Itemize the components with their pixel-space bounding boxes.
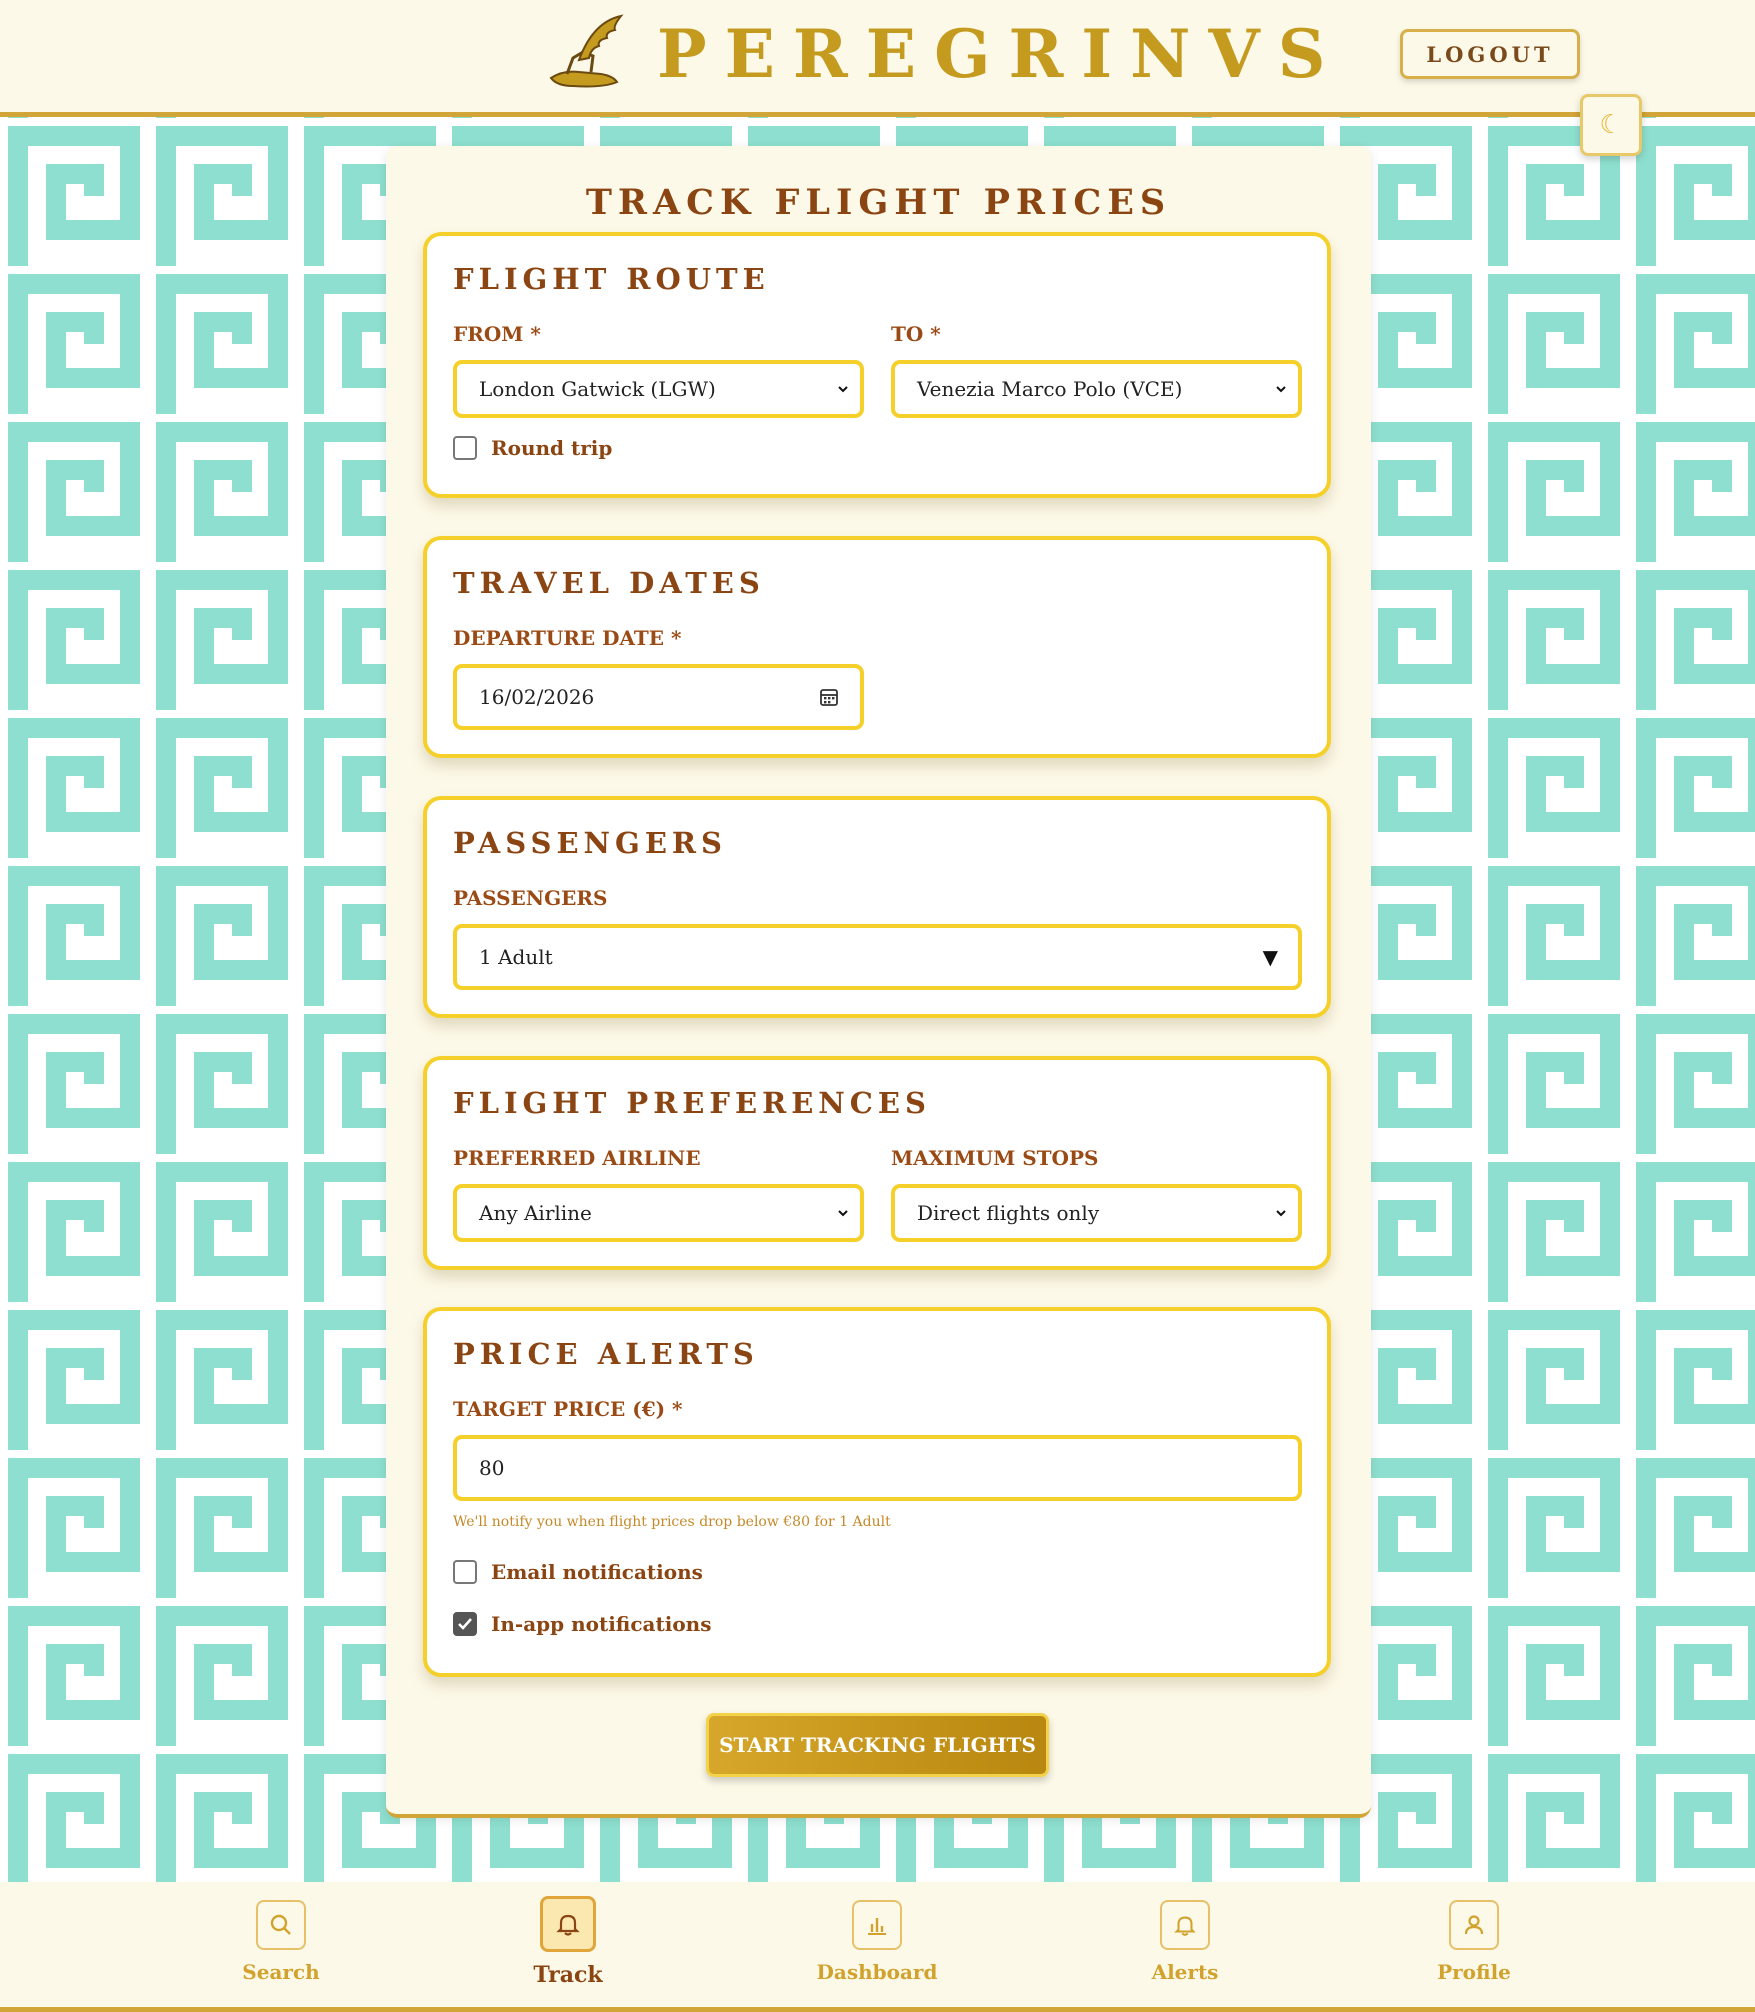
calendar-icon[interactable]	[818, 686, 840, 708]
triangle-down-icon: ▼	[1262, 945, 1278, 969]
passengers-value: 1 Adult	[479, 945, 553, 969]
to-label: TO *	[891, 322, 941, 346]
logout-button[interactable]: LOGOUT	[1400, 29, 1580, 79]
winged-sandal-icon	[549, 14, 624, 88]
search-icon	[256, 1900, 306, 1950]
brand-logo[interactable]: PEREGRINVS	[543, 12, 1343, 96]
email-notifications-option[interactable]: Email notifications	[453, 1560, 703, 1584]
maximum-stops-label: MAXIMUM STOPS	[891, 1146, 1099, 1170]
maximum-stops-select[interactable]: Direct flights only	[891, 1184, 1302, 1242]
departure-date-input[interactable]: 16/02/2026	[453, 664, 864, 730]
nav-label: Dashboard	[816, 1960, 938, 1984]
nav-label: Search	[242, 1960, 320, 1984]
preferred-airline-select[interactable]: Any Airline	[453, 1184, 864, 1242]
nav-item-dashboard[interactable]: Dashboard	[807, 1900, 947, 1984]
nav-label: Track	[533, 1962, 603, 1988]
passengers-card: PASSENGERS PASSENGERS 1 Adult ▼	[423, 796, 1331, 1018]
user-icon	[1449, 1900, 1499, 1950]
chevron-down-icon	[1276, 1210, 1286, 1217]
preferred-airline-label: PREFERRED AIRLINE	[453, 1146, 701, 1170]
maximum-stops-value: Direct flights only	[917, 1201, 1100, 1225]
email-notifications-label: Email notifications	[491, 1560, 703, 1584]
bell-icon	[540, 1896, 596, 1952]
preferred-airline-value: Any Airline	[479, 1201, 592, 1225]
departure-date-label: DEPARTURE DATE *	[453, 626, 682, 650]
round-trip-option[interactable]: Round trip	[453, 436, 612, 460]
nav-item-profile[interactable]: Profile	[1404, 1900, 1544, 1984]
target-price-label: TARGET PRICE (€) *	[453, 1397, 683, 1421]
from-label: FROM *	[453, 322, 541, 346]
app-header: PEREGRINVS LOGOUT	[0, 0, 1755, 117]
chevron-down-icon	[1276, 386, 1286, 393]
page-title: TRACK FLIGHT PRICES	[585, 182, 1172, 223]
nav-item-search[interactable]: Search	[211, 1900, 351, 1984]
from-value: London Gatwick (LGW)	[479, 377, 716, 401]
start-tracking-button[interactable]: START TRACKING FLIGHTS	[706, 1713, 1049, 1777]
passengers-select[interactable]: 1 Adult ▼	[453, 924, 1302, 990]
section-title: FLIGHT PREFERENCES	[453, 1086, 931, 1120]
target-price-value: 80	[479, 1456, 505, 1480]
from-select[interactable]: London Gatwick (LGW)	[453, 360, 864, 418]
moon-icon: ☾	[1599, 110, 1623, 140]
section-title: PASSENGERS	[453, 826, 727, 860]
target-price-input[interactable]: 80	[453, 1435, 1302, 1501]
round-trip-label: Round trip	[491, 436, 613, 460]
bottom-nav: Search Track Dashboard Alerts Profile	[0, 1882, 1755, 2012]
in-app-notifications-option[interactable]: In-app notifications	[453, 1612, 711, 1636]
target-price-hint: We'll notify you when flight prices drop…	[453, 1514, 891, 1530]
in-app-notifications-checkbox[interactable]	[453, 1612, 477, 1636]
price-alerts-card: PRICE ALERTS TARGET PRICE (€) * 80 We'll…	[423, 1307, 1331, 1677]
nav-item-track[interactable]: Track	[498, 1896, 638, 1988]
brand-name: PEREGRINVS	[657, 15, 1344, 93]
to-value: Venezia Marco Polo (VCE)	[917, 377, 1183, 401]
nav-label: Alerts	[1151, 1960, 1219, 1984]
round-trip-checkbox[interactable]	[453, 436, 477, 460]
chevron-down-icon	[838, 386, 848, 393]
track-form-panel: TRACK FLIGHT PRICES FLIGHT ROUTE FROM * …	[386, 146, 1371, 1818]
checkmark-icon	[458, 1618, 472, 1630]
section-title: FLIGHT ROUTE	[453, 262, 770, 296]
theme-toggle-button[interactable]: ☾	[1580, 94, 1642, 156]
bell-icon	[1160, 1900, 1210, 1950]
departure-date-value: 16/02/2026	[479, 685, 595, 709]
flight-preferences-card: FLIGHT PREFERENCES PREFERRED AIRLINE Any…	[423, 1056, 1331, 1270]
chevron-down-icon	[838, 1210, 848, 1217]
email-notifications-checkbox[interactable]	[453, 1560, 477, 1584]
chart-icon	[852, 1900, 902, 1950]
nav-item-alerts[interactable]: Alerts	[1115, 1900, 1255, 1984]
in-app-notifications-label: In-app notifications	[491, 1612, 712, 1636]
passengers-label: PASSENGERS	[453, 886, 608, 910]
flight-route-card: FLIGHT ROUTE FROM * London Gatwick (LGW)…	[423, 232, 1331, 498]
travel-dates-card: TRAVEL DATES DEPARTURE DATE * 16/02/2026	[423, 536, 1331, 758]
section-title: PRICE ALERTS	[453, 1337, 759, 1371]
nav-label: Profile	[1437, 1960, 1511, 1984]
section-title: TRAVEL DATES	[453, 566, 765, 600]
to-select[interactable]: Venezia Marco Polo (VCE)	[891, 360, 1302, 418]
